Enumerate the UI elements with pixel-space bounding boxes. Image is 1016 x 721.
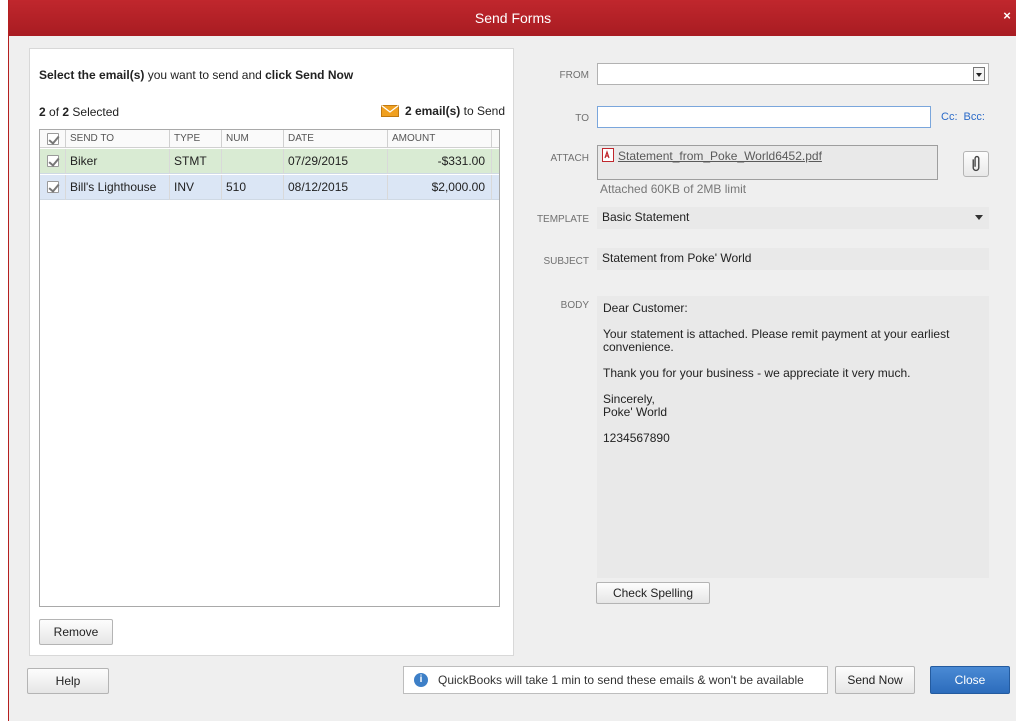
body-label: BODY	[560, 300, 589, 311]
to-label: TO	[575, 113, 589, 124]
send-forms-window: Send Forms × Select the email(s) you wan…	[8, 0, 1016, 721]
email-count: 2 email(s) to Send	[380, 104, 505, 118]
from-select[interactable]	[597, 63, 989, 85]
row-checkbox[interactable]	[47, 155, 59, 167]
attachment-link[interactable]: Statement_from_Poke_World6452.pdf	[618, 149, 822, 163]
instruction-plain: you want to send and	[144, 68, 266, 82]
instruction-text: Select the email(s) you want to send and…	[39, 68, 353, 82]
row-checkbox-cell[interactable]	[40, 149, 66, 174]
column-header-num[interactable]: NUM	[222, 130, 284, 147]
bcc-link[interactable]: Bcc:	[964, 111, 985, 123]
selected-of: of	[45, 105, 63, 119]
selected-num: 2	[39, 105, 46, 119]
selected-count: 2 of 2 Selected	[39, 105, 119, 119]
email-selection-panel: Select the email(s) you want to send and…	[29, 48, 514, 656]
remove-button[interactable]: Remove	[39, 619, 113, 645]
cell-num	[222, 149, 284, 174]
body-line: Dear Customer:	[603, 301, 688, 315]
cell-type: INV	[170, 175, 222, 200]
email-count-number: 2 email(s)	[404, 104, 461, 118]
cell-date: 08/12/2015	[284, 175, 388, 200]
instruction-bold-1: Select the email(s)	[39, 68, 145, 82]
close-button[interactable]: Close	[930, 666, 1010, 694]
cell-send-to: Bill's Lighthouse	[66, 175, 170, 200]
body-line	[603, 380, 983, 393]
help-button[interactable]: Help	[27, 668, 109, 694]
cell-send-to: Biker	[66, 149, 170, 174]
table-row[interactable]: Biker STMT 07/29/2015 -$331.00	[40, 149, 499, 174]
attachment-size-note: Attached 60KB of 2MB limit	[600, 182, 747, 196]
title-bar: Send Forms ×	[9, 0, 1016, 36]
send-now-button[interactable]: Send Now	[835, 666, 915, 694]
to-input[interactable]	[597, 106, 931, 128]
selected-word: Selected	[69, 105, 120, 119]
paperclip-icon	[972, 155, 980, 172]
cell-num: 510	[222, 175, 284, 200]
select-all-column[interactable]	[40, 130, 66, 147]
cell-amount: $2,000.00	[388, 175, 492, 200]
info-icon: i	[414, 673, 428, 687]
table-header: SEND TO TYPE NUM DATE AMOUNT	[40, 130, 499, 148]
row-checkbox-cell[interactable]	[40, 175, 66, 200]
info-banner: i QuickBooks will take 1 min to send the…	[403, 666, 828, 694]
body-textarea[interactable]: Dear Customer: Your statement is attache…	[597, 296, 989, 578]
info-text: QuickBooks will take 1 min to send these…	[438, 673, 804, 687]
envelope-icon	[380, 105, 399, 117]
check-spelling-button[interactable]: Check Spelling	[596, 582, 710, 604]
attach-file-button[interactable]	[963, 151, 989, 177]
body-line: Poke' World	[603, 405, 668, 419]
body-line: Thank you for your business - we appreci…	[603, 366, 911, 380]
pdf-file-icon	[602, 148, 614, 162]
cell-amount: -$331.00	[388, 149, 492, 174]
template-select[interactable]: Basic Statement	[597, 207, 989, 229]
template-value: Basic Statement	[602, 210, 690, 224]
template-chevron-down-icon[interactable]	[975, 215, 983, 220]
cc-link[interactable]: Cc:	[941, 111, 958, 123]
column-header-date[interactable]: DATE	[284, 130, 388, 147]
body-line: 1234567890	[603, 431, 670, 445]
select-all-checkbox[interactable]	[47, 133, 59, 145]
table-row[interactable]: Bill's Lighthouse INV 510 08/12/2015 $2,…	[40, 175, 499, 200]
subject-label: SUBJECT	[543, 256, 589, 267]
attach-label: ATTACH	[550, 153, 589, 164]
template-label: TEMPLATE	[536, 214, 589, 225]
instruction-bold-2: click Send Now	[265, 68, 354, 82]
subject-input[interactable]: Statement from Poke' World	[597, 248, 989, 270]
column-header-amount[interactable]: AMOUNT	[388, 130, 492, 147]
from-dropdown-arrow-icon[interactable]	[973, 67, 985, 81]
from-label: FROM	[559, 70, 589, 81]
body-line: convenience.	[603, 340, 674, 354]
cell-type: STMT	[170, 149, 222, 174]
row-checkbox[interactable]	[47, 181, 59, 193]
email-count-suffix: to Send	[460, 104, 505, 118]
close-icon[interactable]: ×	[999, 6, 1015, 26]
column-header-send-to[interactable]: SEND TO	[66, 130, 170, 147]
emails-table: SEND TO TYPE NUM DATE AMOUNT Biker STMT …	[39, 129, 500, 607]
cc-bcc-links: Cc: Bcc:	[941, 111, 991, 123]
window-title: Send Forms	[474, 10, 552, 26]
cell-date: 07/29/2015	[284, 149, 388, 174]
column-header-type[interactable]: TYPE	[170, 130, 222, 147]
attachment-box: Statement_from_Poke_World6452.pdf	[597, 145, 938, 180]
